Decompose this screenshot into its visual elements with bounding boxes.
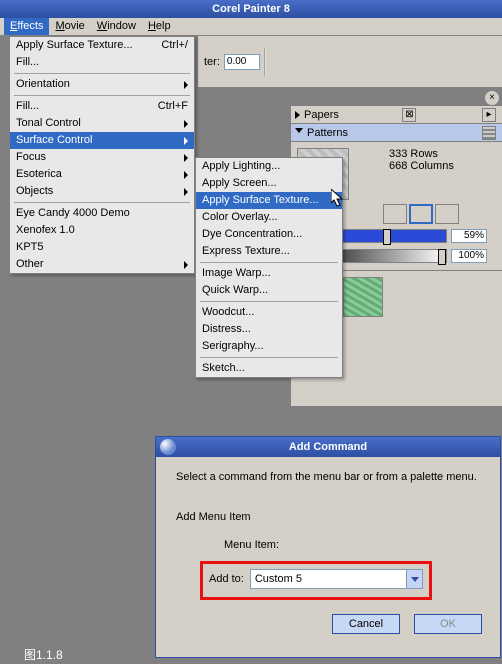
- app-icon: [160, 439, 176, 455]
- palette-group-close-icon[interactable]: ×: [484, 90, 500, 106]
- submenu-arrow-icon: [184, 171, 188, 179]
- submenu-arrow-icon: [184, 120, 188, 128]
- effects-menu: Apply Surface Texture...Ctrl+/ Fill... O…: [9, 36, 195, 274]
- menu-item-fill[interactable]: Fill...: [10, 54, 194, 71]
- menu-item-focus[interactable]: Focus: [10, 149, 194, 166]
- add-to-combo[interactable]: Custom 5: [250, 569, 423, 589]
- highlight-box: Add to: Custom 5: [200, 561, 432, 600]
- options-toolbar: ter:: [198, 36, 502, 88]
- menu-separator: [200, 262, 338, 263]
- menu-help[interactable]: Help: [142, 18, 177, 35]
- menu-item-eyecandy[interactable]: Eye Candy 4000 Demo: [10, 205, 194, 222]
- menu-movie[interactable]: Movie: [49, 18, 90, 35]
- combo-value: Custom 5: [255, 573, 302, 585]
- dialog-titlebar[interactable]: Add Command: [156, 437, 500, 457]
- menu-item-label: Menu Item:: [224, 539, 480, 551]
- strip-thumb[interactable]: [343, 277, 383, 317]
- submenu-apply-surface-texture[interactable]: Apply Surface Texture...: [196, 192, 342, 209]
- submenu-sketch[interactable]: Sketch...: [196, 360, 342, 377]
- menu-separator: [14, 73, 190, 74]
- tile-option-2[interactable]: [409, 204, 433, 224]
- submenu-woodcut[interactable]: Woodcut...: [196, 304, 342, 321]
- menu-item-objects[interactable]: Objects: [10, 183, 194, 200]
- tile-mode-row: [383, 204, 496, 224]
- papers-title: Papers: [304, 109, 339, 121]
- cols-label: 668 Columns: [389, 160, 454, 172]
- submenu-dye-concentration[interactable]: Dye Concentration...: [196, 226, 342, 243]
- expand-icon: [295, 111, 300, 119]
- menubar: Effects Movie Window Help: [0, 18, 502, 36]
- field-label: ter:: [204, 56, 220, 68]
- tile-option-1[interactable]: [383, 204, 407, 224]
- surface-control-submenu: Apply Lighting... Apply Screen... Apply …: [195, 157, 343, 378]
- menu-separator: [14, 202, 190, 203]
- add-menu-item-label: Add Menu Item: [176, 511, 480, 523]
- submenu-apply-lighting[interactable]: Apply Lighting...: [196, 158, 342, 175]
- menu-window[interactable]: Window: [91, 18, 142, 35]
- submenu-quick-warp[interactable]: Quick Warp...: [196, 282, 342, 299]
- submenu-arrow-icon: [184, 154, 188, 162]
- add-command-dialog: Add Command Select a command from the me…: [155, 436, 501, 658]
- menu-separator: [14, 95, 190, 96]
- dialog-instruction: Select a command from the menu bar or fr…: [176, 471, 480, 483]
- patterns-title: Patterns: [307, 127, 348, 139]
- submenu-arrow-icon: [184, 137, 188, 145]
- grid-icon[interactable]: [482, 126, 496, 140]
- numeric-field[interactable]: [224, 54, 260, 70]
- papers-palette-header[interactable]: Papers ⊠ ▸: [291, 106, 502, 124]
- app-titlebar: Corel Painter 8: [0, 0, 502, 18]
- menu-icon[interactable]: ▸: [482, 108, 496, 122]
- menu-separator: [200, 357, 338, 358]
- slider-2-value: 100%: [451, 249, 487, 263]
- figure-caption: 图1.1.8: [24, 646, 63, 663]
- menu-item-orientation[interactable]: Orientation: [10, 76, 194, 93]
- menu-effects[interactable]: Effects: [4, 18, 49, 35]
- menu-separator: [200, 301, 338, 302]
- menu-item-tonal-control[interactable]: Tonal Control: [10, 115, 194, 132]
- tile-option-3[interactable]: [435, 204, 459, 224]
- submenu-image-warp[interactable]: Image Warp...: [196, 265, 342, 282]
- menu-item-xenofex[interactable]: Xenofex 1.0: [10, 222, 194, 239]
- menu-item-surface-control[interactable]: Surface Control: [10, 132, 194, 149]
- menu-item-apply-surface-texture[interactable]: Apply Surface Texture...Ctrl+/: [10, 37, 194, 54]
- ok-button[interactable]: OK: [414, 614, 482, 634]
- submenu-express-texture[interactable]: Express Texture...: [196, 243, 342, 260]
- menu-item-fill2[interactable]: Fill...Ctrl+F: [10, 98, 194, 115]
- submenu-apply-screen[interactable]: Apply Screen...: [196, 175, 342, 192]
- submenu-distress[interactable]: Distress...: [196, 321, 342, 338]
- rows-label: 333 Rows: [389, 148, 454, 160]
- cancel-button[interactable]: Cancel: [332, 614, 400, 634]
- menu-item-kpt5[interactable]: KPT5: [10, 239, 194, 256]
- submenu-arrow-icon: [184, 261, 188, 269]
- submenu-arrow-icon: [184, 81, 188, 89]
- submenu-arrow-icon: [184, 188, 188, 196]
- submenu-serigraphy[interactable]: Serigraphy...: [196, 338, 342, 355]
- separator: [264, 48, 266, 76]
- dropdown-arrow-icon[interactable]: [406, 570, 422, 588]
- close-icon[interactable]: ⊠: [402, 108, 416, 122]
- add-to-label: Add to:: [209, 573, 244, 585]
- patterns-palette-header[interactable]: Patterns: [291, 124, 502, 142]
- slider-1-value: 59%: [451, 229, 487, 243]
- submenu-color-overlay[interactable]: Color Overlay...: [196, 209, 342, 226]
- menu-item-esoterica[interactable]: Esoterica: [10, 166, 194, 183]
- collapse-icon: [295, 128, 303, 137]
- menu-item-other[interactable]: Other: [10, 256, 194, 273]
